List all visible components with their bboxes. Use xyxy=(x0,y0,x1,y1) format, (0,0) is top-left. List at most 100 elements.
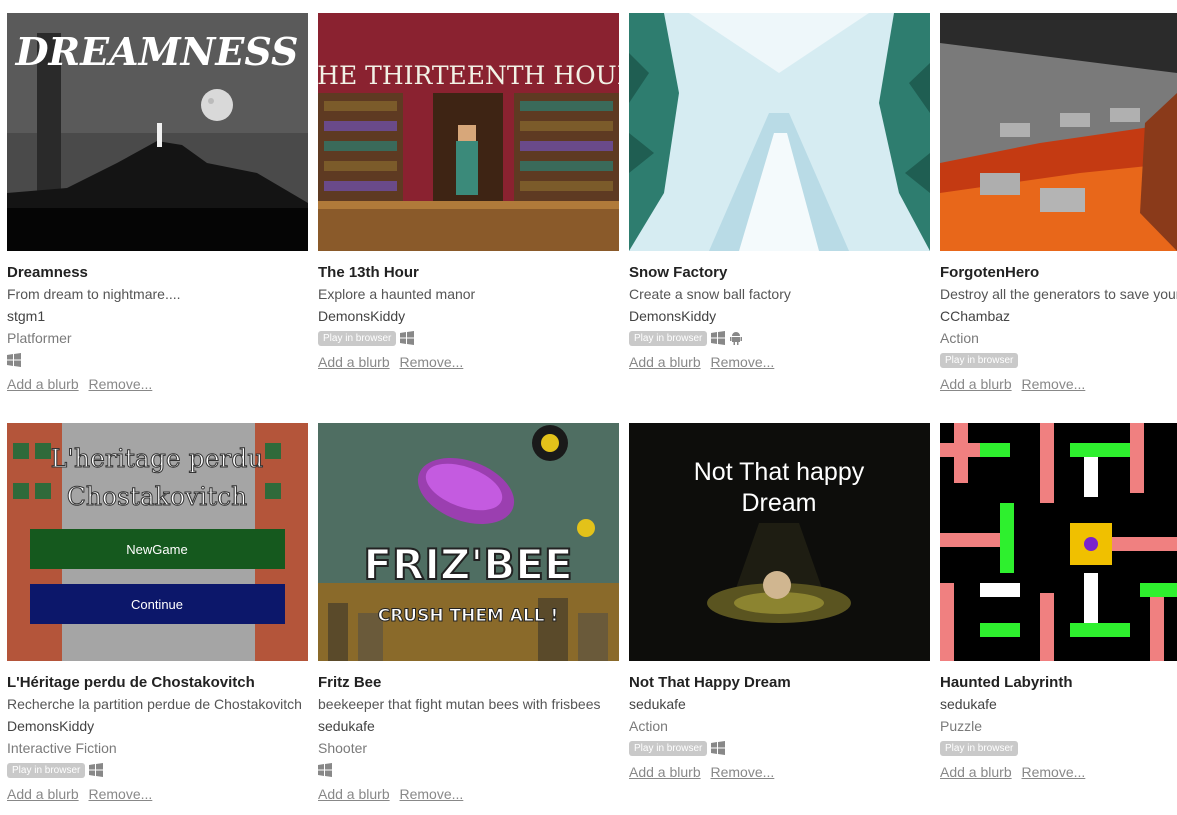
game-blurb: beekeeper that fight mutan bees with fri… xyxy=(318,696,601,712)
remove-link[interactable]: Remove... xyxy=(1022,764,1086,780)
remove-link[interactable]: Remove... xyxy=(89,786,153,802)
game-blurb: Explore a haunted manor xyxy=(318,286,476,302)
game-author[interactable]: sedukafe xyxy=(940,693,1177,715)
play-in-browser-badge: Play in browser xyxy=(318,330,397,346)
windows-icon xyxy=(711,741,726,755)
game-info: L'Héritage perdu de Chostakovitch Recher… xyxy=(7,673,308,805)
game-title[interactable]: Dreamness xyxy=(7,263,308,283)
add-blurb-link[interactable]: Add a blurb xyxy=(7,786,79,802)
game-thumbnail[interactable]: L'heritage perdu Chostakovitch NewGame C… xyxy=(7,423,308,661)
remove-link[interactable]: Remove... xyxy=(711,764,775,780)
windows-icon xyxy=(89,763,104,777)
game-author[interactable]: DemonsKiddy xyxy=(7,715,308,737)
thirteenth-logo: THE THIRTEENTH HOUR xyxy=(318,61,619,90)
windows-icon xyxy=(400,331,415,345)
game-info: Not That Happy Dream sedukafe Action Pla… xyxy=(629,673,930,783)
platform-row: Play in browser xyxy=(940,349,1177,371)
game-genre: Interactive Fiction xyxy=(7,740,117,756)
card-actions: Add a blurb Remove... xyxy=(7,373,308,395)
game-thumbnail[interactable]: FRIZ'BEE CRUSH THEM ALL ! xyxy=(318,423,619,661)
remove-link[interactable]: Remove... xyxy=(711,354,775,370)
play-in-browser-badge: Play in browser xyxy=(940,352,1019,368)
remove-link[interactable]: Remove... xyxy=(89,376,153,392)
heritage-cover: L'heritage perdu Chostakovitch NewGame C… xyxy=(7,423,308,661)
game-author[interactable]: sedukafe xyxy=(629,693,930,715)
game-author[interactable]: stgm1 xyxy=(7,305,308,327)
remove-link[interactable]: Remove... xyxy=(400,786,464,802)
game-author[interactable]: DemonsKiddy xyxy=(318,305,619,327)
card-actions: Add a blurb Remove... xyxy=(318,351,619,373)
game-title[interactable]: L'Héritage perdu de Chostakovitch xyxy=(7,673,308,693)
dreamness-logo: DREAMNESS xyxy=(15,29,299,74)
game-author[interactable]: sedukafe xyxy=(318,715,619,737)
platform-row: Play in browser xyxy=(318,327,619,349)
platform-row xyxy=(318,759,619,781)
dream-title-line1: Not That happy xyxy=(694,458,865,486)
heritage-title-line1: L'heritage perdu xyxy=(51,444,264,473)
forgotenhero-cover xyxy=(940,13,1177,251)
platform-row: Play in browser xyxy=(7,759,308,781)
thirteenth-hour-cover: THE THIRTEENTH HOUR xyxy=(318,13,619,251)
game-blurb: Create a snow ball factory xyxy=(629,286,791,302)
game-genre: Puzzle xyxy=(940,718,983,734)
game-title[interactable]: Fritz Bee xyxy=(318,673,619,693)
game-blurb: Destroy all the generators to save your xyxy=(940,286,1177,302)
platform-row: Play in browser xyxy=(629,327,930,349)
dreamness-cover: DREAMNESS xyxy=(7,13,308,251)
game-info: ForgotenHero Destroy all the generators … xyxy=(940,263,1177,395)
game-info: The 13th Hour Explore a haunted manor De… xyxy=(318,263,619,373)
game-blurb: Recherche la partition perdue de Chostak… xyxy=(7,696,302,712)
android-icon xyxy=(730,332,743,345)
card-actions: Add a blurb Remove... xyxy=(629,351,930,373)
game-info: Haunted Labyrinth sedukafe Puzzle Play i… xyxy=(940,673,1177,783)
card-actions: Add a blurb Remove... xyxy=(629,761,930,783)
play-in-browser-badge: Play in browser xyxy=(940,740,1019,756)
game-blurb: From dream to nightmare.... xyxy=(7,286,181,302)
card-actions: Add a blurb Remove... xyxy=(940,373,1177,395)
continue-label: Continue xyxy=(131,597,183,612)
game-thumbnail[interactable] xyxy=(629,13,930,251)
game-thumbnail[interactable] xyxy=(940,423,1177,661)
fritz-bee-cover: FRIZ'BEE CRUSH THEM ALL ! xyxy=(318,423,619,661)
add-blurb-link[interactable]: Add a blurb xyxy=(629,764,701,780)
card-actions: Add a blurb Remove... xyxy=(7,783,308,805)
add-blurb-link[interactable]: Add a blurb xyxy=(7,376,79,392)
game-title[interactable]: Not That Happy Dream xyxy=(629,673,930,693)
add-blurb-link[interactable]: Add a blurb xyxy=(318,786,390,802)
game-thumbnail[interactable]: THE THIRTEENTH HOUR xyxy=(318,13,619,251)
game-author[interactable]: DemonsKiddy xyxy=(629,305,930,327)
play-in-browser-badge: Play in browser xyxy=(629,330,708,346)
play-in-browser-badge: Play in browser xyxy=(7,762,86,778)
haunted-labyrinth-cover xyxy=(940,423,1177,661)
game-title[interactable]: Haunted Labyrinth xyxy=(940,673,1177,693)
remove-link[interactable]: Remove... xyxy=(1022,376,1086,392)
play-in-browser-badge: Play in browser xyxy=(629,740,708,756)
fritz-bee-tagline: CRUSH THEM ALL ! xyxy=(378,606,559,626)
game-genre: Action xyxy=(629,718,668,734)
windows-icon xyxy=(318,763,332,777)
new-game-label: NewGame xyxy=(126,542,187,557)
game-thumbnail[interactable] xyxy=(940,13,1177,251)
add-blurb-link[interactable]: Add a blurb xyxy=(940,376,1012,392)
game-thumbnail[interactable]: Not That happy Dream xyxy=(629,423,930,661)
game-title[interactable]: Snow Factory xyxy=(629,263,930,283)
windows-icon xyxy=(711,331,726,345)
add-blurb-link[interactable]: Add a blurb xyxy=(629,354,701,370)
game-genre: Platformer xyxy=(7,330,72,346)
platform-row: Play in browser xyxy=(629,737,930,759)
add-blurb-link[interactable]: Add a blurb xyxy=(940,764,1012,780)
add-blurb-link[interactable]: Add a blurb xyxy=(318,354,390,370)
platform-row xyxy=(7,349,308,371)
snow-factory-cover xyxy=(629,13,930,251)
not-that-happy-dream-cover: Not That happy Dream xyxy=(629,423,930,661)
dream-title-line2: Dream xyxy=(741,489,816,517)
game-genre: Action xyxy=(940,330,979,346)
remove-link[interactable]: Remove... xyxy=(400,354,464,370)
windows-icon xyxy=(7,353,21,367)
game-title[interactable]: The 13th Hour xyxy=(318,263,619,283)
game-thumbnail[interactable]: DREAMNESS xyxy=(7,13,308,251)
card-actions: Add a blurb Remove... xyxy=(940,761,1177,783)
game-title[interactable]: ForgotenHero xyxy=(940,263,1177,283)
platform-row: Play in browser xyxy=(940,737,1177,759)
game-author[interactable]: CChambaz xyxy=(940,305,1177,327)
